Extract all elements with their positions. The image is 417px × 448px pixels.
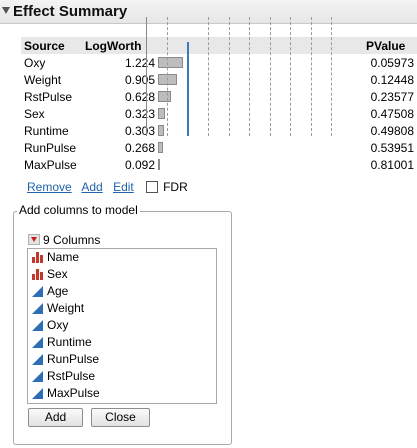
pvalue-cell: 0.53951 xyxy=(370,140,414,155)
list-item[interactable]: MaxPulse xyxy=(28,385,216,402)
logworth-bar xyxy=(158,74,177,85)
add-button[interactable]: Add xyxy=(28,408,83,427)
edit-link[interactable]: Edit xyxy=(113,180,134,194)
table-row[interactable]: RunPulse 0.268 0.53951 xyxy=(21,139,417,156)
logworth-bar xyxy=(158,125,165,136)
logworth-cell: 0.092 xyxy=(124,157,155,172)
source-cell: Weight xyxy=(24,72,62,87)
logworth-bar-cell xyxy=(158,122,363,139)
columns-header: 9 Columns xyxy=(28,233,100,247)
logworth-bar-cell xyxy=(158,71,363,88)
source-cell: RunPulse xyxy=(24,140,77,155)
logworth-bar xyxy=(158,108,165,119)
column-name: Sex xyxy=(47,267,68,281)
logworth-bar-cell xyxy=(158,156,363,173)
source-cell: Sex xyxy=(24,106,45,121)
pvalue-cell: 0.12448 xyxy=(370,72,414,87)
add-link[interactable]: Add xyxy=(81,180,102,194)
column-name: RstPulse xyxy=(47,369,96,383)
logworth-cell: 0.303 xyxy=(124,123,155,138)
source-cell: Oxy xyxy=(24,55,46,70)
logworth-bar-cell xyxy=(158,105,363,122)
column-header-chart xyxy=(158,37,363,54)
remove-link[interactable]: Remove xyxy=(27,180,72,194)
logworth-cell: 0.628 xyxy=(124,89,155,104)
logworth-bar xyxy=(158,91,171,102)
list-item[interactable]: RstPulse xyxy=(28,368,216,385)
column-name: Name xyxy=(47,250,80,264)
panel-title: Effect Summary xyxy=(13,3,128,20)
add-columns-title: Add columns to model xyxy=(17,203,140,217)
logworth-bar xyxy=(158,142,164,153)
effect-summary-header[interactable]: Effect Summary xyxy=(0,0,417,24)
column-header-logworth[interactable]: LogWorth xyxy=(82,37,158,54)
column-name: Runtime xyxy=(47,335,92,349)
list-item[interactable]: Age xyxy=(28,283,216,300)
red-triangle-menu-icon[interactable] xyxy=(28,234,40,245)
logworth-cell: 1.224 xyxy=(124,55,155,70)
logworth-bar xyxy=(158,57,184,68)
logworth-cell: 0.268 xyxy=(124,140,155,155)
pvalue-cell: 0.49808 xyxy=(370,123,414,138)
column-name: Age xyxy=(47,284,69,298)
list-item[interactable]: Weight xyxy=(28,300,216,317)
table-row[interactable]: Runtime 0.303 0.49808 xyxy=(21,122,417,139)
effect-actions: Remove Add Edit FDR xyxy=(27,180,188,194)
logworth-bar-cell xyxy=(158,88,363,105)
add-columns-group: Add columns to model 9 Columns Name Sex Ag… xyxy=(13,203,232,445)
disclosure-triangle-icon[interactable] xyxy=(2,7,10,14)
table-row[interactable]: Oxy 1.224 0.05973 xyxy=(21,54,417,71)
list-item[interactable]: RunPulse xyxy=(28,351,216,368)
logworth-cell: 0.323 xyxy=(124,106,155,121)
list-item[interactable]: Runtime xyxy=(28,334,216,351)
columns-count-label: 9 Columns xyxy=(43,233,101,247)
table-row[interactable]: MaxPulse 0.092 0.81001 xyxy=(21,156,417,173)
logworth-bar-cell xyxy=(158,139,363,156)
column-name: Weight xyxy=(47,301,85,315)
column-header-pvalue[interactable]: PValue xyxy=(363,37,417,54)
close-button[interactable]: Close xyxy=(91,408,150,427)
logworth-bar-cell xyxy=(158,54,363,71)
effect-summary-table: Source LogWorth PValue Oxy 1.224 0.05973 We… xyxy=(21,37,417,173)
column-header-source[interactable]: Source xyxy=(21,37,82,54)
list-item[interactable]: Sex xyxy=(28,266,216,283)
column-name: MaxPulse xyxy=(47,386,100,400)
column-list[interactable]: Name Sex Age Weight Oxy Runtime RunPulse RstPul… xyxy=(27,248,217,404)
list-item[interactable]: Oxy xyxy=(28,317,216,334)
pvalue-cell: 0.81001 xyxy=(370,157,414,172)
table-row[interactable]: Sex 0.323 0.47508 xyxy=(21,105,417,122)
pvalue-cell: 0.47508 xyxy=(370,106,414,121)
source-cell: MaxPulse xyxy=(24,157,77,172)
table-row[interactable]: Weight 0.905 0.12448 xyxy=(21,71,417,88)
logworth-bar xyxy=(158,159,160,170)
fdr-checkbox[interactable] xyxy=(146,181,159,193)
fdr-label: FDR xyxy=(163,180,188,194)
pvalue-cell: 0.05973 xyxy=(370,55,414,70)
source-cell: RstPulse xyxy=(24,89,73,104)
column-name: Oxy xyxy=(47,318,69,332)
pvalue-cell: 0.23577 xyxy=(370,89,414,104)
table-row[interactable]: RstPulse 0.628 0.23577 xyxy=(21,88,417,105)
column-name: RunPulse xyxy=(47,352,100,366)
source-cell: Runtime xyxy=(24,123,69,138)
list-item[interactable]: Name xyxy=(28,249,216,266)
logworth-cell: 0.905 xyxy=(124,72,155,87)
